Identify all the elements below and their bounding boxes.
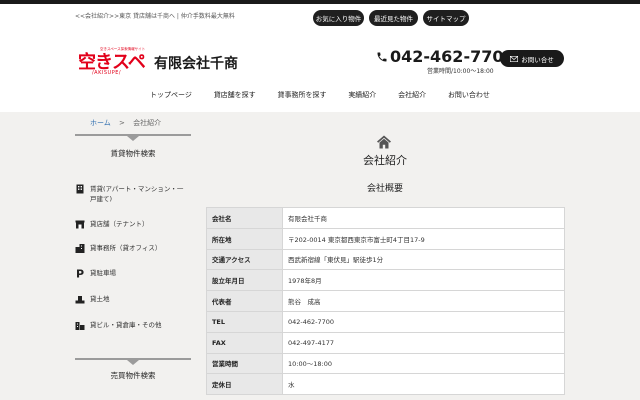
sidebar-item-label: 貸店舗（テナント） — [90, 220, 149, 228]
row-label: 定休日 — [206, 373, 283, 396]
row-label: 営業時間 — [206, 352, 283, 375]
table-row: 設立年月日 1978年8月 — [206, 269, 565, 292]
row-value: 水 — [282, 373, 565, 396]
office-icon — [75, 244, 85, 253]
sidebar-item-label: 貸事務所（貸オフィス） — [90, 244, 162, 252]
nav-contact[interactable]: お問い合わせ — [448, 90, 490, 104]
row-label: 設立年月日 — [206, 269, 283, 292]
shop-icon — [75, 220, 85, 229]
sidebar-item-office[interactable]: 貸事務所（貸オフィス） — [75, 243, 185, 253]
table-row: 営業時間 10:00〜18:00 — [206, 352, 565, 375]
phone-block: 042-462-7700 — [376, 47, 515, 66]
row-value: 042-462-7700 — [282, 310, 565, 333]
contact-button[interactable]: お問い合せ — [500, 50, 564, 67]
breadcrumb-separator: > — [119, 119, 125, 127]
rent-search-heading: 賃貸物件検索 — [75, 134, 191, 162]
page-title: 会社紹介 — [363, 154, 407, 167]
logo-subtext: 空きスペース探索情報サイト — [100, 47, 146, 51]
table-row: 会社名 有限会社千商 — [206, 207, 565, 229]
table-row: FAX 042-497-4177 — [206, 331, 565, 354]
row-label: 会社名 — [206, 207, 283, 229]
row-value: 〒202-0014 東京都西東京市富士町4丁目17-9 — [282, 227, 565, 250]
breadcrumb-home[interactable]: ホーム — [90, 119, 111, 127]
row-label: FAX — [206, 331, 283, 354]
heading-pointer — [127, 136, 139, 141]
parking-icon: P — [76, 268, 84, 278]
row-value: 西武新宿線「東伏見」駅徒歩1分 — [282, 248, 565, 271]
sidebar-item-label: 貸駐車場 — [90, 269, 116, 277]
sidebar-item-label: 貸土地 — [90, 295, 110, 303]
sidebar-item-land[interactable]: 貸土地 — [75, 294, 185, 304]
land-icon — [75, 296, 85, 304]
sidebar-item-building-other[interactable]: 貸ビル・貸倉庫・その他 — [75, 320, 185, 330]
business-hours: 営業時間/10:00〜18:00 — [427, 68, 494, 75]
phone-icon — [377, 52, 387, 61]
section-title: 会社概要 — [366, 184, 403, 194]
row-value: 有限会社千商 — [282, 207, 565, 229]
sidebar-item-rental-housing[interactable]: 賃貸(アパート・マンション・一戸建て) — [75, 184, 185, 204]
row-value: 熊谷 成高 — [282, 290, 565, 312]
site-logo[interactable]: 空きスペ 空きスペース探索情報サイト /AKISUPE/ — [78, 46, 146, 76]
top-border — [0, 0, 640, 4]
global-nav: トップページ 貸店舗を探す 貸事務所を探す 実績紹介 会社紹介 お問い合わせ — [150, 90, 490, 104]
recently-viewed-button[interactable]: 最近見た物件 — [369, 10, 418, 26]
sitemap-button[interactable]: サイトマップ — [423, 10, 469, 26]
nav-shop-search[interactable]: 貸店舗を探す — [214, 90, 256, 104]
sidebar-item-label: 賃貸(アパート・マンション・一戸建て) — [90, 185, 184, 203]
building-icon — [76, 184, 84, 194]
sidebar-item-label: 貸ビル・貸倉庫・その他 — [90, 321, 162, 329]
sale-search-title: 売買物件検索 — [110, 371, 156, 380]
nav-achievements[interactable]: 実績紹介 — [348, 90, 376, 104]
rent-search-title: 賃貸物件検索 — [110, 149, 156, 158]
site-tagline: <<会社紹介>>東京 貸店舗は千商へ | 仲介手数料最大無料 — [75, 13, 235, 20]
row-value: 1978年8月 — [282, 269, 565, 292]
table-row: 交通アクセス 西武新宿線「東伏見」駅徒歩1分 — [206, 248, 565, 271]
table-row: TEL 042-462-7700 — [206, 310, 565, 333]
table-row: 所在地 〒202-0014 東京都西東京市富士町4丁目17-9 — [206, 227, 565, 250]
phone-number[interactable]: 042-462-7700 — [390, 47, 515, 66]
row-label: TEL — [206, 310, 283, 333]
table-row: 代表者 熊谷 成高 — [206, 290, 565, 312]
nav-top[interactable]: トップページ — [150, 90, 192, 104]
row-label: 代表者 — [206, 290, 283, 312]
mail-icon — [510, 55, 519, 62]
breadcrumb-current: 会社紹介 — [133, 119, 162, 127]
contact-button-label: お問い合せ — [521, 55, 554, 64]
table-row: 定休日 水 — [206, 373, 565, 396]
nav-company[interactable]: 会社紹介 — [398, 90, 426, 104]
favorites-button[interactable]: お気に入り物件 — [313, 10, 364, 26]
company-name: 有限会社千商 — [154, 56, 238, 72]
logo-roman: /AKISUPE/ — [92, 70, 122, 76]
company-info-table: 会社名 有限会社千商 所在地 〒202-0014 東京都西東京市富士町4丁目17… — [206, 207, 565, 396]
svg-text:P: P — [76, 268, 84, 278]
row-value: 042-497-4177 — [282, 331, 565, 354]
sale-search-heading: 売買物件検索 — [75, 358, 191, 386]
breadcrumb: ホーム > 会社紹介 — [90, 118, 161, 128]
row-label: 所在地 — [206, 227, 283, 250]
house-icon — [377, 135, 391, 149]
row-value: 10:00〜18:00 — [282, 352, 565, 375]
nav-office-search[interactable]: 貸事務所を探す — [278, 90, 327, 104]
sidebar-item-parking[interactable]: P 貸駐車場 — [75, 268, 185, 278]
row-label: 交通アクセス — [206, 248, 283, 271]
heading-pointer — [127, 360, 139, 365]
warehouse-icon — [75, 322, 85, 330]
sidebar-item-shop[interactable]: 貸店舗（テナント） — [75, 219, 185, 229]
